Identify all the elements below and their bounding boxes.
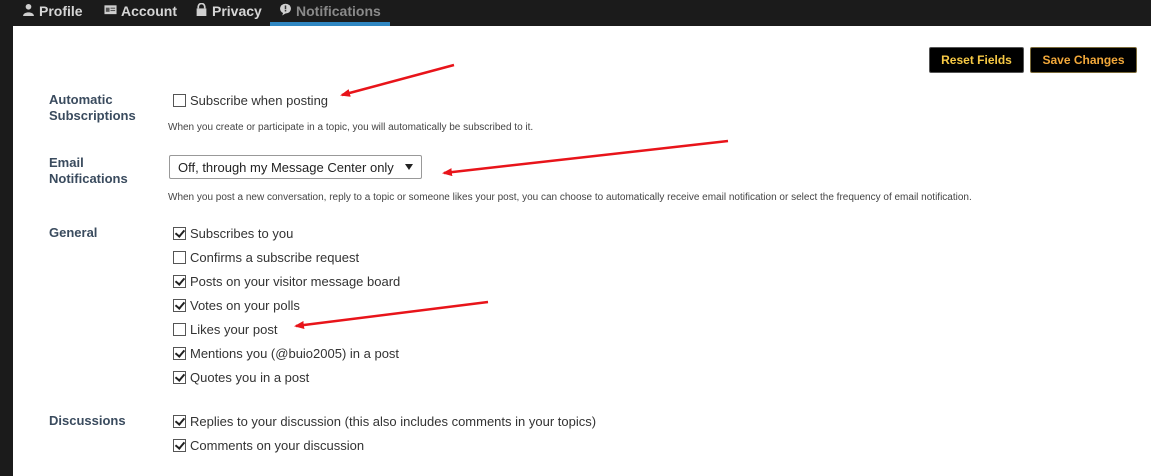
subscribe-when-posting-option[interactable]: Subscribe when posting — [173, 93, 328, 108]
general-option[interactable]: Quotes you in a post — [173, 370, 309, 385]
email-notification-selected-value: Off, through my Message Center only — [178, 159, 394, 175]
discussions-option[interactable]: Comments on your discussion — [173, 438, 364, 453]
email-notifications-help: When you post a new conversation, reply … — [168, 192, 972, 203]
confirms-subscribe-request-checkbox[interactable] — [173, 251, 186, 264]
general-option[interactable]: Votes on your polls — [173, 298, 300, 313]
dropdown-arrow-icon — [405, 164, 413, 170]
section-label-line: Subscriptions — [49, 108, 136, 123]
visitor-message-board-checkbox[interactable] — [173, 275, 186, 288]
subscribe-when-posting-checkbox[interactable] — [173, 94, 186, 107]
checkbox-label: Comments on your discussion — [190, 438, 365, 453]
tab-privacy[interactable]: Privacy — [195, 0, 262, 22]
top-tab-bar: Profile Account Privacy Notifications — [0, 0, 1151, 26]
replies-to-discussion-checkbox[interactable] — [173, 415, 186, 428]
subscribes-to-you-checkbox[interactable] — [173, 227, 186, 240]
tab-privacy-label: Privacy — [212, 3, 262, 19]
general-option[interactable]: Mentions you (@buio2005) in a post — [173, 346, 399, 361]
general-label: General — [49, 225, 98, 240]
email-notification-select[interactable]: Off, through my Message Center only — [169, 155, 422, 179]
checkbox-label: Mentions you (@buio2005) in a post — [190, 346, 400, 361]
general-option[interactable]: Subscribes to you — [173, 226, 293, 241]
tab-notifications-label: Notifications — [296, 3, 381, 19]
section-label-line: Automatic — [49, 92, 113, 107]
likes-your-post-checkbox[interactable] — [173, 323, 186, 336]
checkbox-label: Subscribes to you — [190, 226, 294, 241]
checkbox-label: Replies to your discussion (this also in… — [190, 414, 597, 429]
checkbox-label: Subscribe when posting — [190, 93, 329, 108]
automatic-subscriptions-label: Automatic Subscriptions — [49, 92, 136, 124]
discussions-label: Discussions — [49, 413, 126, 428]
reset-fields-button[interactable]: Reset Fields — [929, 47, 1024, 73]
comments-on-discussion-checkbox[interactable] — [173, 439, 186, 452]
quotes-you-checkbox[interactable] — [173, 371, 186, 384]
section-label-line: Email — [49, 155, 84, 170]
profile-icon — [23, 3, 34, 16]
checkbox-label: Votes on your polls — [190, 298, 300, 313]
lock-icon — [196, 2, 207, 16]
tab-profile-label: Profile — [39, 3, 83, 19]
email-notifications-label: Email Notifications — [49, 155, 128, 187]
mentions-you-checkbox[interactable] — [173, 347, 186, 360]
general-option[interactable]: Posts on your visitor message board — [173, 274, 400, 289]
save-changes-button[interactable]: Save Changes — [1030, 47, 1137, 73]
general-option[interactable]: Likes your post — [173, 322, 277, 337]
votes-on-polls-checkbox[interactable] — [173, 299, 186, 312]
account-card-icon — [104, 4, 117, 14]
notifications-settings-panel: Reset Fields Save Changes Automatic Subs… — [13, 26, 1151, 476]
checkbox-label: Quotes you in a post — [190, 370, 310, 385]
checkbox-label: Likes your post — [190, 322, 278, 337]
checkbox-label: Confirms a subscribe request — [190, 250, 360, 265]
section-label-line: Notifications — [49, 171, 128, 186]
general-option[interactable]: Confirms a subscribe request — [173, 250, 359, 265]
tab-account[interactable]: Account — [104, 0, 177, 22]
tab-notifications[interactable]: Notifications — [279, 0, 381, 22]
tab-account-label: Account — [121, 3, 177, 19]
discussions-option[interactable]: Replies to your discussion (this also in… — [173, 414, 596, 429]
checkbox-label: Posts on your visitor message board — [190, 274, 401, 289]
tab-profile[interactable]: Profile — [22, 0, 83, 22]
alert-bubble-icon — [280, 3, 291, 15]
automatic-subscriptions-help: When you create or participate in a topi… — [168, 122, 534, 133]
